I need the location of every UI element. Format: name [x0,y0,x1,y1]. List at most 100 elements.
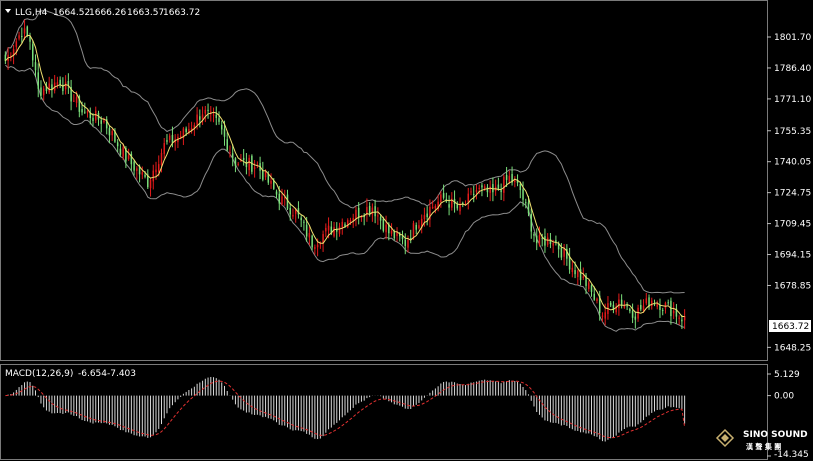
candle-body [75,97,78,103]
candle-body [415,224,417,230]
candle-body [667,302,669,304]
candle-body [23,28,26,34]
candle-body [434,206,437,209]
candle-body [119,148,122,155]
candle [163,137,165,159]
candle-body [489,186,491,193]
candle-body [149,179,152,189]
candle [445,192,448,203]
candle-body [26,26,29,36]
candle-body [588,282,590,289]
candle-body [160,152,163,166]
candle-body [81,109,83,113]
candle-body [535,235,538,244]
candle [136,166,138,180]
candle [596,297,598,304]
candle [130,151,133,172]
candle [645,292,648,306]
candle [535,228,538,251]
candle [489,180,491,202]
candle [215,106,218,126]
candle [571,260,574,278]
candle [629,307,631,314]
macd-signal-value: -7.403 [107,369,136,379]
price-tick-label: 1648.25 [774,343,811,353]
candle-body [152,170,155,182]
candle [590,284,593,297]
candle [270,173,272,189]
candle [418,220,420,230]
candle-body [157,164,160,173]
candle-body [179,135,182,138]
candle-body [338,226,341,234]
candle-body [390,230,393,234]
candle-body [431,207,434,209]
candle-body [379,216,382,221]
price-tick-label: 1755.35 [774,127,811,137]
candle [355,206,357,227]
candle [451,192,453,211]
candle-body [404,239,407,246]
candle-body [514,180,516,183]
candle-body [626,305,628,307]
candle-body [596,298,598,302]
candle [366,198,368,222]
candle-body [196,114,198,125]
candle [240,154,242,163]
candle-body [333,227,335,237]
candle-body [327,225,330,231]
candle [648,294,650,310]
candle [659,298,661,318]
candle [311,234,313,251]
candle-body [620,299,623,306]
candle [609,300,612,307]
candle-body [618,299,620,308]
candle-body [467,193,470,203]
candle-body [385,224,387,233]
candle-body [478,187,480,189]
candle-body [344,224,346,227]
candle [199,109,201,128]
candle [34,54,37,78]
candle [566,244,568,266]
dropdown-triangle-icon[interactable] [5,9,11,13]
candle [401,230,404,245]
candle-body [544,236,546,246]
current-price-label: 1663.72 [772,322,809,332]
candle-body [412,223,415,239]
candle-body [672,310,675,314]
candle-body [163,143,165,154]
candle [133,160,135,176]
candle-body [423,215,426,220]
candle-body [538,235,541,245]
chart: 1801.70 1786.40 1771.10 1755.35 1740.05 1724.… [0,0,811,460]
candle [325,223,327,238]
candle-body [48,83,50,93]
candle [226,132,228,152]
candle-body [500,190,502,193]
macd-main-value: -6.654 [78,369,107,379]
candle [664,301,667,314]
price-tick-label: 1786.40 [774,64,811,74]
candle-body [248,157,250,171]
candle [420,214,423,234]
candle-body [281,196,283,205]
candle [661,307,664,316]
candle-body [32,44,34,61]
candle [141,166,144,180]
candle [579,261,582,286]
candle-body [407,239,409,248]
candle-body [292,214,294,217]
candle-body [226,139,228,151]
price-tick-label: 1724.75 [774,189,811,199]
candle [168,133,171,143]
price-tick-label: 1694.15 [774,251,811,261]
candle-body [56,82,59,85]
candle [467,187,470,210]
candle [262,161,264,182]
candle-body [116,142,119,147]
candle-body [220,124,223,130]
candle [563,243,565,266]
candle [220,120,223,135]
candle-body [577,270,579,278]
